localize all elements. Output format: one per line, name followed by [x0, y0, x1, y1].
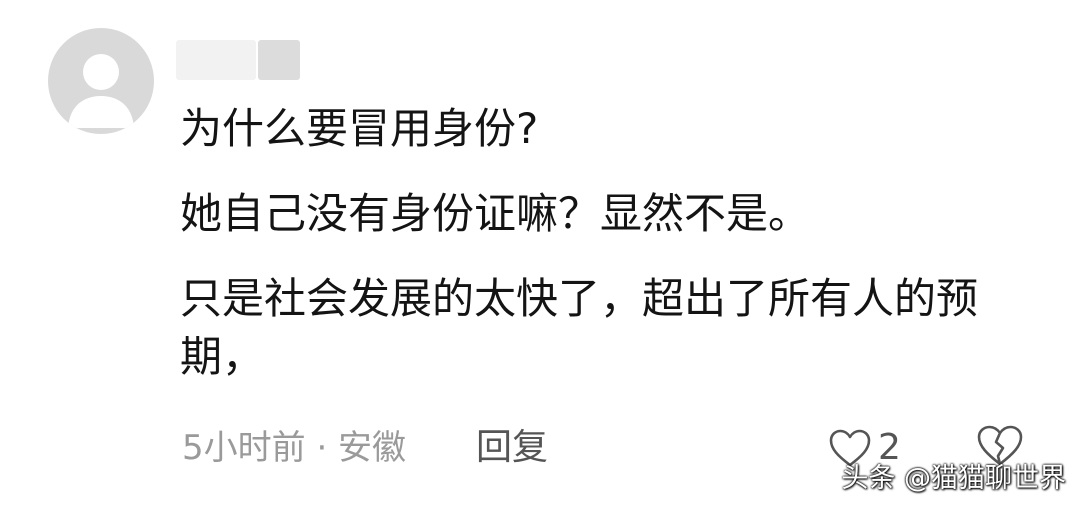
username-redacted-part	[258, 40, 300, 80]
default-user-icon	[68, 54, 134, 128]
comment-line-2: 她自己没有身份证嘛？显然不是。	[180, 189, 811, 238]
comment-body: 为什么要冒用身份? 她自己没有身份证嘛？显然不是。 只是社会发展的太快了，超出了…	[180, 100, 1040, 413]
avatar[interactable]	[48, 28, 154, 134]
reply-button[interactable]: 回复	[476, 424, 548, 472]
watermark: 头条 @猫猫聊世界	[841, 463, 1066, 494]
comment-card: 为什么要冒用身份? 她自己没有身份证嘛？显然不是。 只是社会发展的太快了，超出了…	[0, 0, 1080, 510]
comment-time-location: 5小时前 · 安徽	[182, 428, 407, 468]
username-redacted	[176, 40, 256, 80]
comment-line-1: 为什么要冒用身份?	[180, 104, 539, 153]
comment-line-3: 只是社会发展的太快了，超出了所有人的预期，	[180, 274, 979, 381]
